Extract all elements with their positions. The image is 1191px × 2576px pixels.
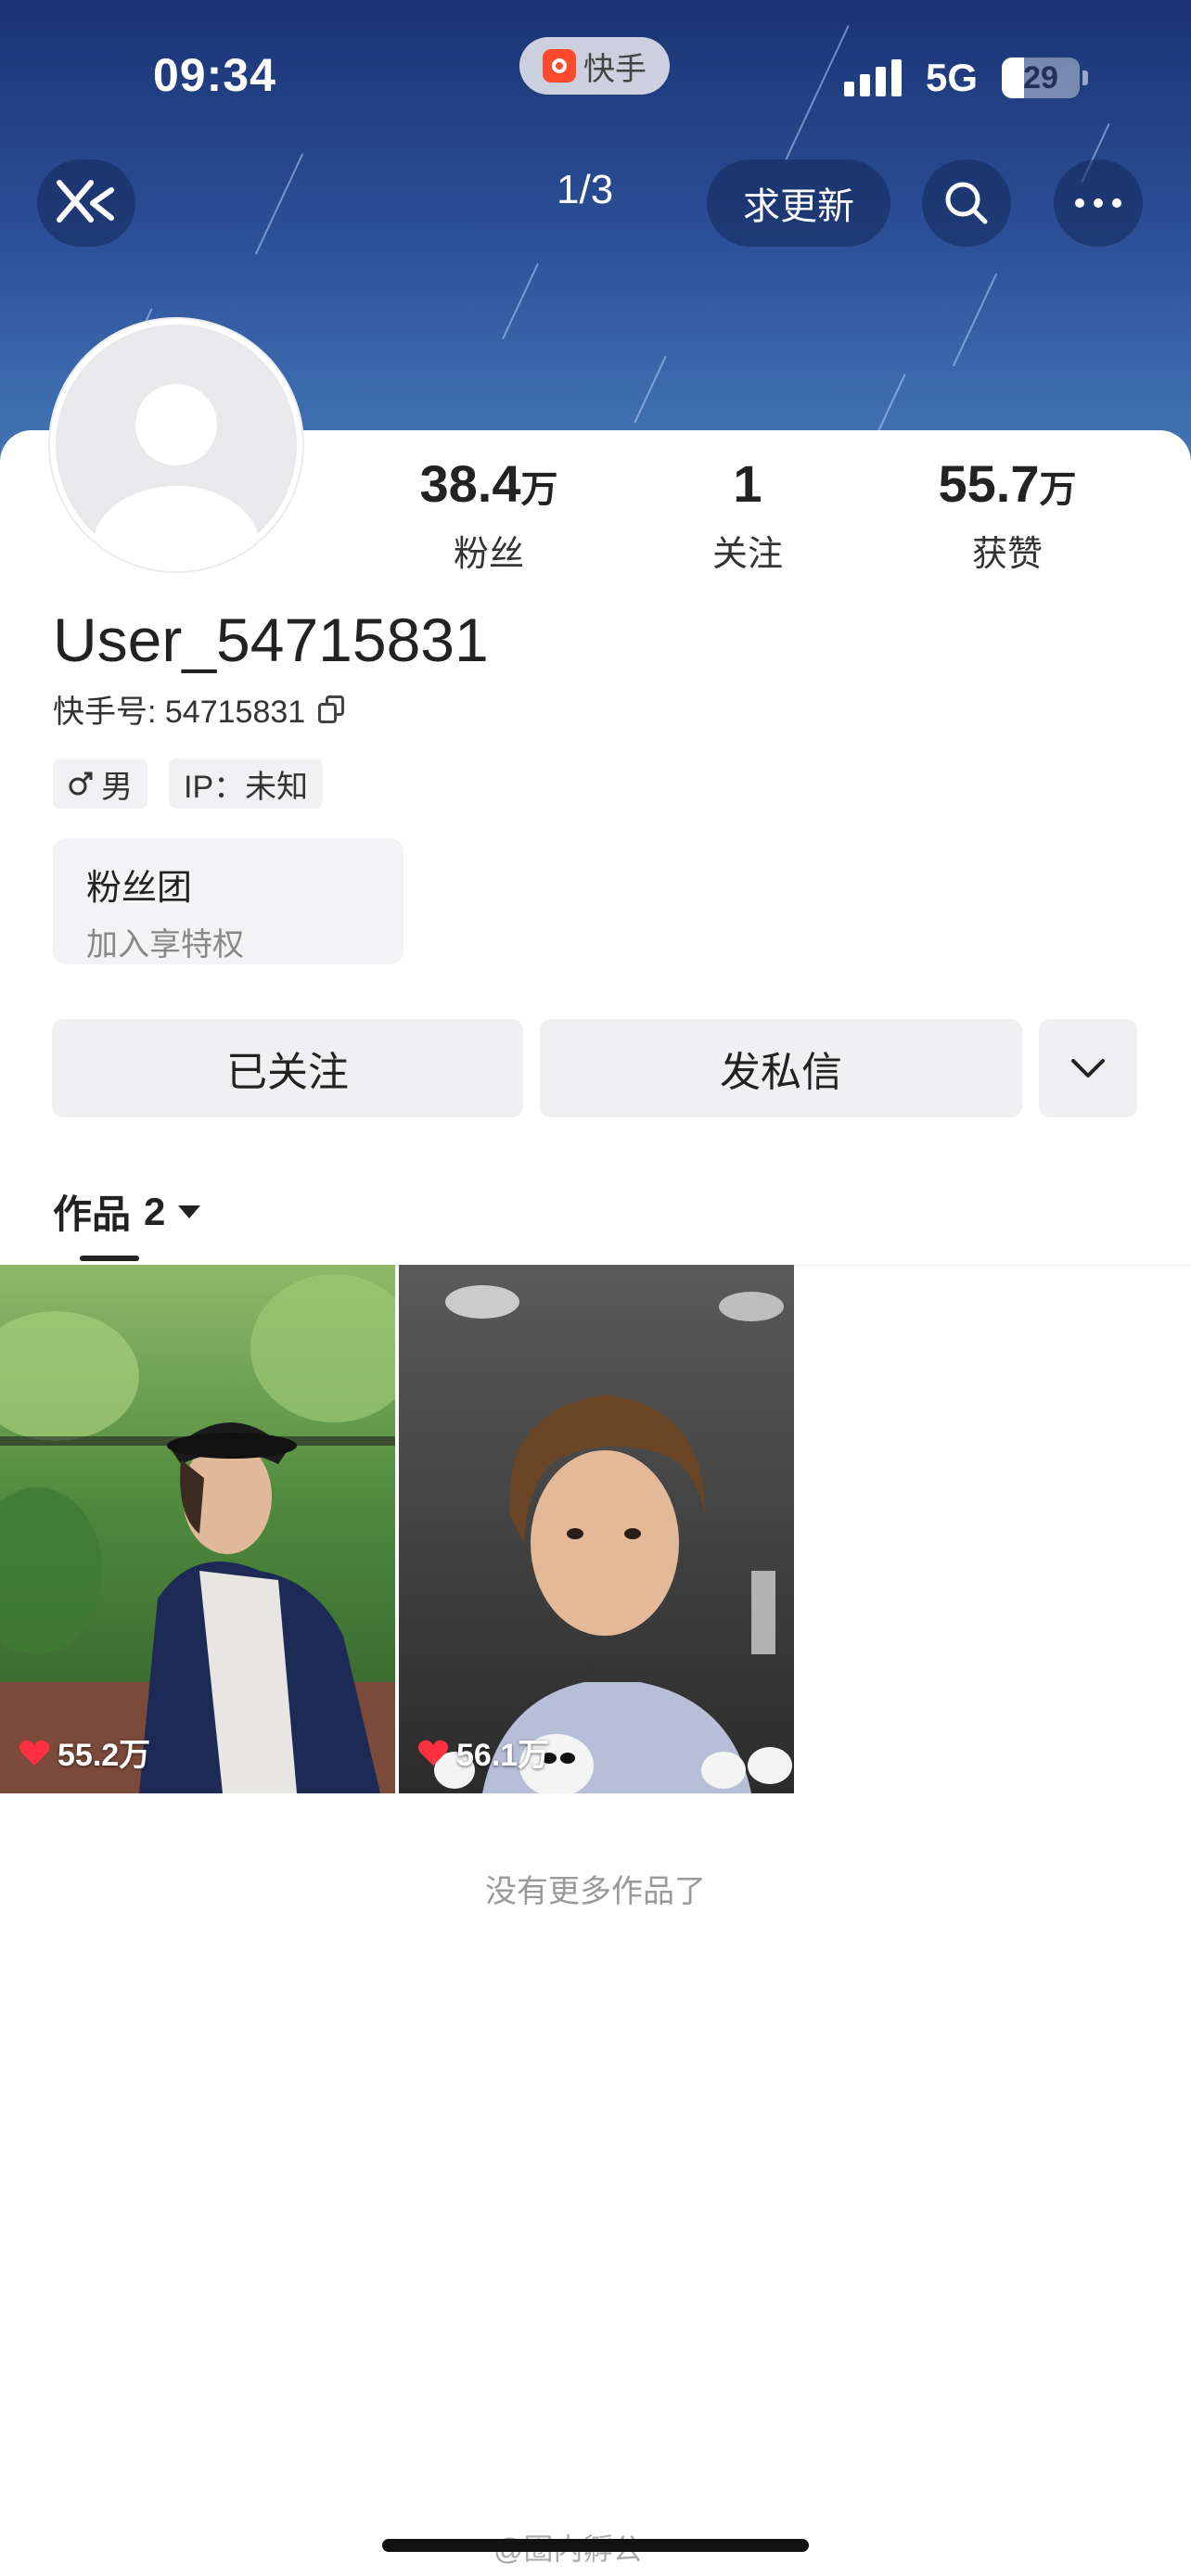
stat-label: 关注 xyxy=(711,535,783,574)
kuaishou-logo-icon xyxy=(543,49,576,83)
tab-works[interactable]: 作品 2 xyxy=(53,1183,201,1240)
like-count-text: 55.2万 xyxy=(58,1738,151,1773)
video-thumbnail[interactable]: 56.1万 xyxy=(399,1265,794,1793)
close-collapse-icon xyxy=(57,180,114,223)
close-button[interactable] xyxy=(37,159,135,247)
app-badge: 快手 xyxy=(519,37,670,95)
no-more-works: 没有更多作品了 xyxy=(485,1874,706,1909)
tab-works-label: 作品 xyxy=(53,1192,132,1236)
like-count: 55.2万 xyxy=(19,1729,150,1775)
send-message-button[interactable]: 发私信 xyxy=(540,1019,1022,1117)
fan-club-title: 粉丝团 xyxy=(86,869,193,908)
battery-percent: 29 xyxy=(1023,59,1058,96)
avatar[interactable] xyxy=(50,319,302,571)
heart-icon xyxy=(417,1740,449,1766)
stat-following[interactable]: 1 关注 xyxy=(646,454,850,576)
fan-club-subtitle: 加入享特权 xyxy=(86,927,244,963)
male-symbol-icon xyxy=(69,772,93,796)
status-time: 09:34 xyxy=(153,49,276,101)
signal-icon xyxy=(844,59,902,96)
expand-button[interactable] xyxy=(1039,1019,1137,1117)
battery-tip xyxy=(1082,70,1088,85)
request-update-button[interactable]: 求更新 xyxy=(707,159,890,247)
stat-value: 1 xyxy=(733,454,762,513)
search-button[interactable] xyxy=(922,159,1011,247)
stat-label: 获赞 xyxy=(971,535,1043,574)
tab-works-count: 2 xyxy=(144,1189,166,1233)
chevron-down-icon xyxy=(1071,1059,1105,1078)
caret-down-icon xyxy=(178,1205,201,1218)
thumbnail-image xyxy=(399,1265,794,1793)
followed-button[interactable]: 已关注 xyxy=(52,1019,523,1117)
stat-value: 55.7万 xyxy=(938,454,1077,513)
stat-likes[interactable]: 55.7万 获赞 xyxy=(905,454,1109,576)
ip-tag: IP：未知 xyxy=(169,759,324,809)
gender-tag: 男 xyxy=(53,759,147,809)
heart-icon xyxy=(19,1740,50,1766)
network-type: 5G xyxy=(926,56,979,99)
stat-value: 38.4万 xyxy=(419,454,558,513)
thumbnail-image xyxy=(0,1265,395,1793)
username: User_54715831 xyxy=(53,606,489,674)
like-count-text: 56.1万 xyxy=(456,1738,550,1773)
kuaishou-id-text: 快手号: 54715831 xyxy=(53,695,306,730)
ip-label: IP：未知 xyxy=(184,769,309,805)
app-badge-label: 快手 xyxy=(583,51,647,87)
page-indicator: 1/3 xyxy=(557,167,614,212)
copy-icon[interactable] xyxy=(318,695,346,723)
home-indicator[interactable] xyxy=(382,2539,809,2552)
stat-label: 粉丝 xyxy=(453,535,524,574)
search-icon xyxy=(945,182,988,224)
fan-club-card[interactable]: 粉丝团 加入享特权 xyxy=(53,838,403,964)
like-count: 56.1万 xyxy=(417,1729,549,1775)
more-dots-icon xyxy=(1075,198,1121,208)
tab-active-indicator xyxy=(80,1256,139,1261)
battery-icon: 29 xyxy=(1002,57,1080,98)
stat-followers[interactable]: 38.4万 粉丝 xyxy=(387,454,591,576)
more-button[interactable] xyxy=(1054,159,1143,247)
gender-label: 男 xyxy=(101,769,133,805)
kuaishou-id: 快手号: 54715831 xyxy=(53,686,346,732)
video-thumbnail[interactable]: 55.2万 xyxy=(0,1265,395,1793)
